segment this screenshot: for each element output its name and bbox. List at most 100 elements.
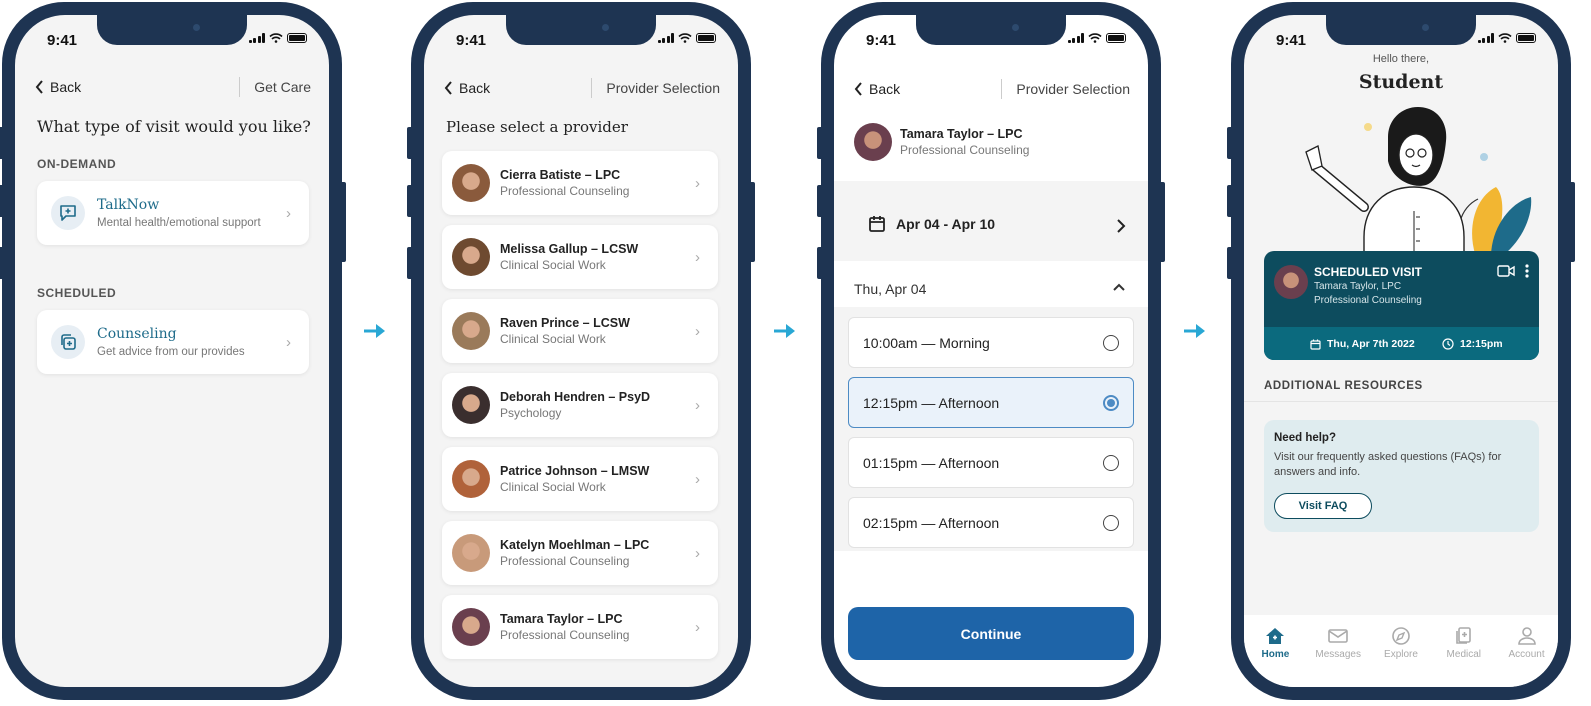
back-button[interactable]: Back [35, 79, 81, 95]
signal-icon [657, 33, 674, 43]
medical-record-icon [1455, 627, 1471, 644]
provider-specialty: Professional Counseling [500, 184, 630, 198]
visit-date-row: Thu, Apr 7th 2022 [1310, 338, 1415, 350]
chevron-right-icon: › [286, 204, 291, 222]
greeting: Hello there, [1372, 53, 1430, 65]
more-icon[interactable] [1525, 264, 1529, 278]
compass-icon [1392, 627, 1410, 645]
nav-title: Provider Selection [1016, 81, 1130, 97]
back-chevron-icon [444, 81, 452, 95]
talknow-sub: Mental health/emotional support [97, 217, 261, 229]
back-button[interactable]: Back [854, 81, 900, 97]
provider-card[interactable]: Raven Prince – LCSW Clinical Social Work › [442, 299, 718, 363]
visit-provider: Tamara Taylor, LPC [1314, 281, 1402, 292]
counseling-card[interactable]: Counseling Get advice from our provides › [37, 310, 309, 374]
notch [97, 15, 247, 45]
status-time: 9:41 [47, 32, 78, 49]
calendar-icon [869, 216, 885, 232]
scheduled-visit-card[interactable]: SCHEDULED VISIT Tamara Taylor, LPC Profe… [1264, 251, 1539, 360]
visit-title: SCHEDULED VISIT [1314, 265, 1423, 279]
provider-card[interactable]: Cierra Batiste – LPC Professional Counsel… [442, 151, 718, 215]
copy-plus-icon [51, 325, 85, 359]
radio-button[interactable] [1103, 454, 1119, 471]
waving-student-illustration [1305, 107, 1532, 257]
resources-label: ADDITIONAL RESOURCES [1264, 380, 1423, 392]
chevron-right-icon: › [695, 174, 700, 192]
week-selector[interactable]: Apr 04 - Apr 10 [868, 215, 995, 233]
time-slot-label: 10:00am — Morning [863, 334, 990, 351]
tab-messages[interactable]: Messages [1312, 627, 1364, 687]
tab-medical[interactable]: Medical [1438, 627, 1490, 687]
phone-home: 9:41 Hello there, Student SCHEDULED VISI… [1227, 2, 1575, 700]
radio-button[interactable] [1103, 394, 1119, 411]
flow-arrow-icon [1184, 324, 1205, 338]
provider-card[interactable]: Katelyn Moehlman – LPC Professional Couns… [442, 521, 718, 585]
phone-visit-type: 9:41 Back Get Care What type of visit wo… [0, 2, 346, 700]
avatar [1274, 265, 1308, 299]
chevron-right-icon: › [695, 248, 700, 266]
next-week-icon[interactable] [1116, 218, 1126, 234]
time-slot[interactable]: 12:15pm — Afternoon [848, 377, 1134, 428]
provider-name: Katelyn Moehlman – LPC [500, 538, 650, 552]
provider-name: Tamara Taylor – LPC [500, 612, 623, 626]
day-label: Thu, Apr 04 [854, 281, 927, 297]
chevron-right-icon: › [695, 322, 700, 340]
time-slot-label: 12:15pm — Afternoon [863, 394, 1000, 411]
signal-icon [1477, 33, 1494, 43]
radio-button[interactable] [1103, 514, 1119, 531]
selected-provider: Tamara Taylor – LPC Professional Counseli… [854, 123, 1029, 161]
provider-specialty: Professional Counseling [500, 554, 630, 568]
time-slot-label: 02:15pm — Afternoon [863, 514, 1000, 531]
chevron-right-icon: › [695, 618, 700, 636]
tab-home[interactable]: Home [1249, 627, 1301, 687]
provider-specialty: Clinical Social Work [500, 332, 606, 346]
time-slot[interactable]: 02:15pm — Afternoon [848, 497, 1134, 548]
provider-card[interactable]: Melissa Gallup – LCSW Clinical Social Wor… [442, 225, 718, 289]
video-icon[interactable] [1497, 265, 1515, 277]
time-slot[interactable]: 01:15pm — Afternoon [848, 437, 1134, 488]
tab-bar: Home Messages Explore Medical Account [1244, 615, 1558, 687]
wifi-icon [269, 33, 283, 43]
provider-card[interactable]: Deborah Hendren – PsyD Psychology › [442, 373, 718, 437]
screen-provider-list: 9:41 Back Provider Selection Please sele… [424, 15, 738, 687]
flow-arrow-icon [364, 324, 385, 338]
avatar [452, 608, 490, 646]
help-text: Visit our frequently asked questions (FA… [1274, 451, 1502, 479]
visit-faq-button[interactable]: Visit FAQ [1274, 493, 1372, 519]
status-time: 9:41 [456, 32, 487, 49]
chat-plus-icon [51, 196, 85, 230]
radio-button[interactable] [1103, 334, 1119, 351]
avatar [452, 534, 490, 572]
status-time: 9:41 [866, 32, 897, 49]
screen-schedule: 9:41 Back Provider Selection Tamara Tayl… [834, 15, 1148, 687]
status-icons [1067, 33, 1126, 43]
clock-icon [1442, 338, 1454, 350]
back-label: Back [50, 79, 82, 95]
screen-home: 9:41 Hello there, Student SCHEDULED VISI… [1244, 15, 1558, 687]
phone-schedule: 9:41 Back Provider Selection Tamara Tayl… [817, 2, 1165, 700]
provider-card[interactable]: Tamara Taylor – LPC Professional Counseli… [442, 595, 718, 659]
nav-title: Get Care [254, 79, 311, 95]
status-icons [1477, 33, 1536, 43]
status-icons [657, 33, 716, 43]
talknow-card[interactable]: TalkNow Mental health/emotional support › [37, 181, 309, 245]
avatar [452, 312, 490, 350]
tab-account[interactable]: Account [1501, 627, 1553, 687]
phone-provider-list: 9:41 Back Provider Selection Please sele… [407, 2, 755, 700]
chevron-up-icon[interactable] [1112, 283, 1126, 292]
flow-arrow-icon [774, 324, 795, 338]
provider-name: Cierra Batiste – LPC [500, 168, 621, 182]
scheduled-label: SCHEDULED [37, 286, 117, 300]
back-label: Back [869, 81, 901, 97]
help-card: Need help? Visit our frequently asked qu… [1264, 420, 1539, 532]
battery-icon [696, 33, 716, 43]
back-button[interactable]: Back [444, 80, 490, 96]
provider-name: Melissa Gallup – LCSW [500, 242, 639, 256]
tab-explore[interactable]: Explore [1375, 627, 1427, 687]
continue-button[interactable]: Continue [848, 607, 1134, 660]
avatar [452, 386, 490, 424]
time-slot[interactable]: 10:00am — Morning [848, 317, 1134, 368]
visit-date: Thu, Apr 7th 2022 [1327, 338, 1415, 350]
provider-card[interactable]: Patrice Johnson – LMSW Clinical Social Wo… [442, 447, 718, 511]
help-title: Need help? [1274, 432, 1336, 444]
